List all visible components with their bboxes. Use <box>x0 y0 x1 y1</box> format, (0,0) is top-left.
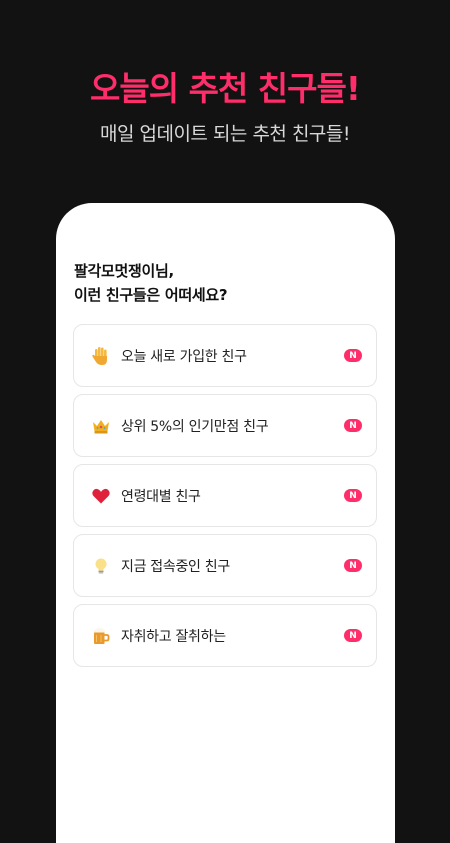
phone-frame: 팔각모멋쟁이님, 이런 친구들은 어떠세요? 오늘 새로 가입한 친구 N 상위… <box>56 203 395 843</box>
recommendation-list: 오늘 새로 가입한 친구 N 상위 5%의 인기만점 친구 N 연령대별 친구 … <box>73 324 377 674</box>
recommendation-label: 연령대별 친구 <box>121 488 201 505</box>
recommendation-item-new-members[interactable]: 오늘 새로 가입한 친구 N <box>73 324 377 387</box>
recommendation-label: 자취하고 잘취하는 <box>121 628 226 645</box>
recommendation-prompt: 팔각모멋쟁이님, 이런 친구들은 어떠세요? <box>74 259 228 307</box>
lightbulb-icon <box>90 555 112 577</box>
recommendation-label: 오늘 새로 가입한 친구 <box>121 348 247 365</box>
prompt-question: 이런 친구들은 어떠세요? <box>74 286 228 304</box>
raised-hand-icon <box>90 345 112 367</box>
beer-mug-icon <box>90 625 112 647</box>
heart-icon <box>90 485 112 507</box>
recommendation-item-living-alone[interactable]: 자취하고 잘취하는 N <box>73 604 377 667</box>
new-badge: N <box>344 489 362 502</box>
new-badge: N <box>344 629 362 642</box>
page-subtitle: 매일 업데이트 되는 추천 친구들! <box>99 123 351 145</box>
prompt-greeting: 팔각모멋쟁이님, <box>74 262 174 280</box>
new-badge: N <box>344 349 362 362</box>
recommendation-label: 상위 5%의 인기만점 친구 <box>121 418 269 435</box>
new-badge: N <box>344 559 362 572</box>
recommendation-item-age-group[interactable]: 연령대별 친구 N <box>73 464 377 527</box>
page-title: 오늘의 추천 친구들! <box>90 69 361 108</box>
recommendation-label: 지금 접속중인 친구 <box>121 558 230 575</box>
new-badge: N <box>344 419 362 432</box>
recommendation-item-top-popular[interactable]: 상위 5%의 인기만점 친구 N <box>73 394 377 457</box>
recommendation-item-online-now[interactable]: 지금 접속중인 친구 N <box>73 534 377 597</box>
crown-icon <box>90 415 112 437</box>
